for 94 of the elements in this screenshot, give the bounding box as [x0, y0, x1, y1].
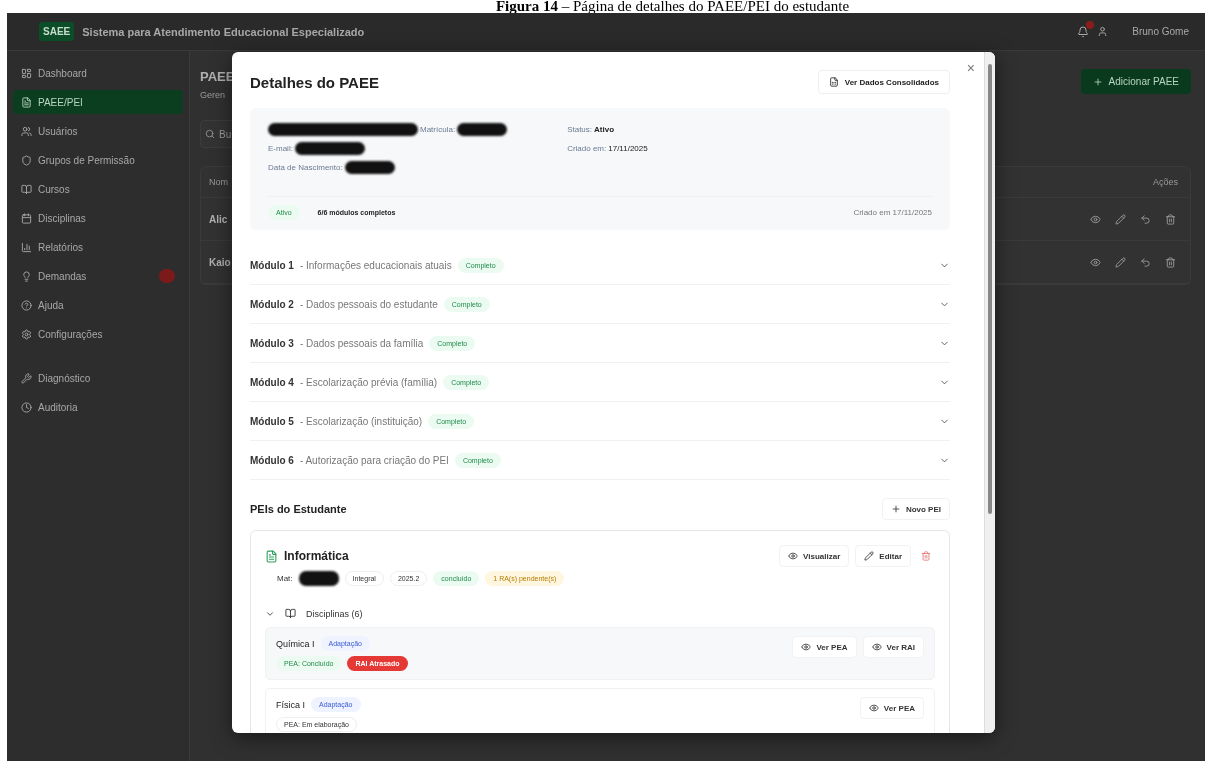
field-label: Data de Nascimento:	[268, 162, 343, 172]
edit-button[interactable]: Editar	[855, 545, 911, 567]
sidebar-item[interactable]: Grupos de Permissão	[13, 148, 183, 172]
book-icon	[285, 608, 296, 619]
users-icon	[21, 125, 32, 137]
plus-icon	[890, 504, 901, 514]
sidebar-item[interactable]: Auditoria	[13, 395, 183, 419]
date-value: 17/11/2025	[608, 143, 648, 153]
subjects-toggle[interactable]: Disciplinas (6)	[265, 608, 935, 619]
table-cell: Kaio	[209, 256, 231, 268]
clock-icon	[21, 401, 32, 413]
module-description: - Dados pessoais do estudante	[299, 298, 438, 310]
edit-icon[interactable]	[1115, 256, 1126, 268]
sidebar-item[interactable]: Disciplinas	[13, 206, 183, 230]
book-icon	[21, 183, 32, 195]
add-button[interactable]: Adicionar PAEE	[1080, 69, 1191, 94]
module-description: - Dados pessoais da família	[299, 337, 424, 349]
view-icon[interactable]	[1090, 256, 1101, 268]
eye-icon	[871, 642, 882, 652]
module-label: Módulo 3	[250, 337, 294, 349]
sidebar-item[interactable]: Relatórios	[13, 235, 183, 259]
redaction-mark	[298, 571, 339, 586]
settings-icon	[21, 328, 32, 340]
view-document-button[interactable]: Ver PEA	[792, 636, 857, 658]
chart-icon	[21, 241, 32, 253]
app-logo: SAEE	[39, 22, 75, 41]
page-title: PAEE	[200, 69, 235, 84]
undo-icon[interactable]	[1140, 256, 1151, 268]
module-label: Módulo 5	[250, 415, 294, 427]
field-label: Criado em:	[567, 143, 607, 153]
sidebar-item[interactable]: Usuários	[13, 119, 183, 143]
field-label: Status:	[567, 124, 593, 134]
subject-name: Química I	[276, 638, 315, 649]
section-title: PEIs do Estudante	[250, 503, 347, 515]
lightbulb-icon	[21, 270, 32, 282]
module-label: Módulo 4	[250, 376, 294, 388]
document-icon	[21, 96, 32, 108]
document-icon	[828, 77, 839, 87]
delete-icon[interactable]	[1165, 256, 1176, 268]
subject-name: Física I	[276, 699, 305, 710]
new-pei-button[interactable]: Novo PEI	[881, 498, 950, 520]
field-label: Mat:	[277, 574, 293, 583]
pencil-icon	[864, 551, 875, 561]
module-label: Módulo 1	[250, 259, 294, 271]
sidebar-item[interactable]: Diagnóstico	[13, 366, 183, 390]
status-value: Ativo	[594, 124, 615, 134]
help-icon	[21, 299, 32, 311]
view-document-button[interactable]: Ver RAI	[862, 636, 924, 658]
module-label: Módulo 2	[250, 298, 294, 310]
dashboard-icon	[21, 67, 32, 79]
undo-icon[interactable]	[1140, 213, 1151, 225]
user-icon	[1097, 26, 1109, 37]
view-button[interactable]: Visualizar	[779, 545, 850, 567]
column-header: Nom	[209, 177, 228, 187]
module-description: - Escolarização (instituição)	[299, 415, 423, 427]
search-icon	[205, 129, 215, 139]
module-description: - Informações educacionais atuais	[299, 259, 452, 271]
page-subtitle: Geren	[200, 90, 225, 100]
view-document-button[interactable]: Ver PEA	[859, 697, 924, 719]
calendar-icon	[21, 212, 32, 224]
eye-icon	[788, 551, 799, 561]
plus-icon	[1092, 76, 1103, 87]
close-button[interactable]: ×	[966, 60, 975, 76]
sidebar-item[interactable]: Demandas	[13, 264, 183, 288]
redaction-mark	[457, 122, 508, 136]
module-description: - Autorização para criação do PEI	[299, 454, 449, 466]
created-date: Criado em 17/11/2025	[853, 208, 932, 217]
shield-icon	[21, 154, 32, 166]
user-menu[interactable]: Bruno Gome	[1132, 26, 1189, 37]
sidebar-item[interactable]: Dashboard	[13, 61, 183, 85]
redaction-mark	[344, 160, 395, 174]
edit-icon[interactable]	[1115, 213, 1126, 225]
eye-icon	[868, 703, 879, 713]
field-label: Matrícula:	[420, 124, 456, 134]
sidebar-item[interactable]: Configurações	[13, 322, 183, 346]
table-cell: Alic	[209, 213, 228, 225]
module-label: Módulo 6	[250, 454, 294, 466]
consolidated-data-button[interactable]: Ver Dados Consolidados	[817, 70, 950, 94]
sidebar-item[interactable]: Cursos	[13, 177, 183, 201]
field-label: E-mail:	[268, 143, 293, 153]
trash-icon	[921, 551, 931, 561]
module-description: - Escolarização prévia (família)	[299, 376, 438, 388]
app-title: Sistema para Atendimento Educacional Especializado	[82, 25, 366, 38]
sidebar-item[interactable]: PAEE/PEI	[13, 90, 183, 114]
redaction-mark	[294, 141, 365, 155]
wrench-icon	[21, 372, 32, 384]
dialog-title: Detalhes do PAEE	[250, 73, 379, 91]
column-header: Ações	[1153, 177, 1178, 187]
sidebar-item[interactable]: Ajuda	[13, 293, 183, 317]
delete-icon[interactable]	[1165, 213, 1176, 225]
document-icon	[265, 549, 278, 563]
pei-name: Informática	[284, 549, 349, 563]
view-icon[interactable]	[1090, 213, 1101, 225]
eye-icon	[801, 642, 812, 652]
